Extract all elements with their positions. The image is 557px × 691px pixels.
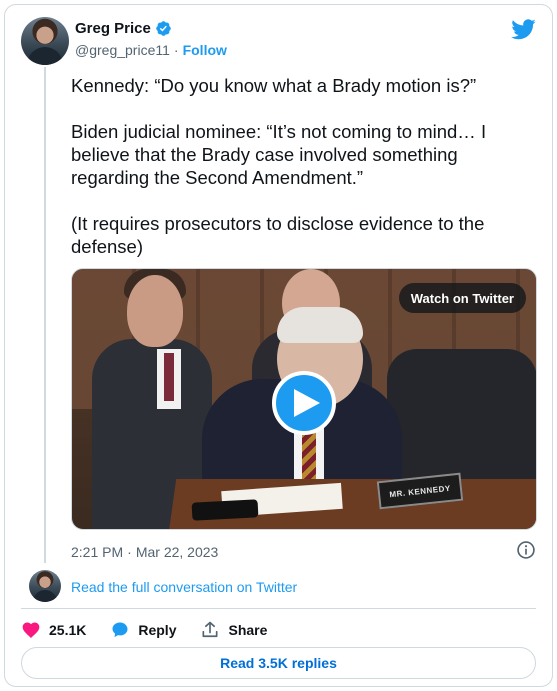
author-name-row[interactable]: Greg Price — [75, 20, 172, 37]
tie — [164, 353, 174, 401]
twitter-bird-icon[interactable] — [511, 19, 536, 40]
tweet-text: Kennedy: “Do you know what a Brady motio… — [71, 74, 531, 258]
watch-on-twitter-button[interactable]: Watch on Twitter — [398, 283, 526, 313]
heart-icon — [22, 622, 40, 638]
tweet-paragraph: Kennedy: “Do you know what a Brady motio… — [71, 75, 477, 96]
reply-label: Reply — [138, 622, 177, 638]
reply-button[interactable]: Reply — [110, 620, 176, 640]
author-display-name[interactable]: Greg Price — [75, 20, 151, 37]
author-handle-row: @greg_price11 · Follow — [75, 42, 227, 58]
author-avatar[interactable] — [21, 17, 69, 65]
share-icon — [202, 621, 218, 638]
reply-bubble-icon — [112, 622, 128, 638]
tweet-timestamp[interactable]: 2:21 PM · Mar 22, 2023 — [71, 544, 218, 560]
read-replies-button[interactable]: Read 3.5K replies — [21, 647, 536, 679]
share-label: Share — [228, 622, 268, 638]
divider — [21, 608, 536, 609]
like-count: 25.1K — [49, 622, 87, 638]
conversation-avatar — [29, 570, 61, 602]
play-button[interactable] — [272, 371, 336, 435]
follow-link[interactable]: Follow — [183, 42, 227, 58]
like-button[interactable]: 25.1K — [21, 620, 86, 640]
tweet-time: 2:21 PM — [71, 544, 124, 560]
hair — [277, 307, 363, 343]
action-bar: 25.1K Reply Share — [21, 618, 267, 642]
video-thumbnail[interactable]: MR. KENNEDY Watch on Twitter — [71, 268, 537, 530]
tweet-card: Greg Price @greg_price11 · Follow Kenned… — [4, 4, 553, 687]
thread-line — [44, 67, 46, 563]
info-icon[interactable] — [516, 540, 536, 560]
tweet-paragraph: Biden judicial nominee: “It’s not coming… — [71, 121, 487, 188]
phone — [191, 499, 259, 521]
play-icon — [294, 389, 320, 417]
head — [127, 275, 183, 347]
read-conversation-link[interactable]: Read the full conversation on Twitter — [71, 579, 297, 595]
author-handle[interactable]: @greg_price11 — [75, 42, 170, 58]
tweet-paragraph: (It requires prosecutors to disclose evi… — [71, 213, 485, 257]
share-button[interactable]: Share — [200, 620, 267, 640]
timestamp-separator: · — [127, 544, 132, 560]
verified-badge-icon — [156, 21, 171, 36]
handle-separator: · — [173, 42, 179, 58]
tweet-date: Mar 22, 2023 — [135, 544, 219, 560]
